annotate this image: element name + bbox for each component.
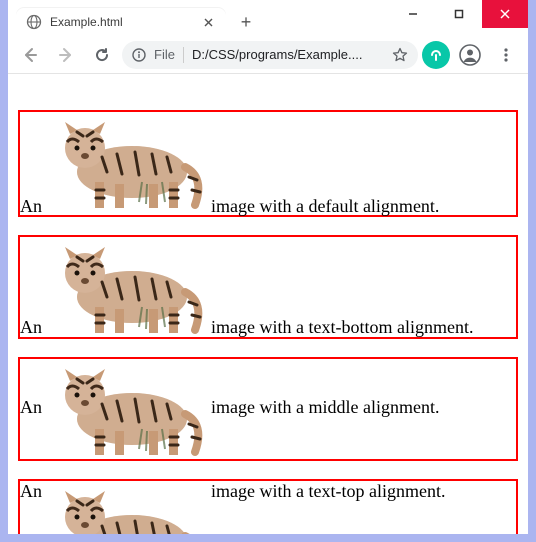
tiger-image	[47, 112, 207, 212]
example-row-middle: An image with a middle alignment.	[18, 357, 518, 461]
address-bar[interactable]: File D:/CSS/programs/Example....	[122, 41, 418, 69]
row-suffix: image with a text-top alignment.	[211, 481, 445, 501]
row-prefix: An	[20, 196, 42, 216]
new-tab-button[interactable]: +	[232, 8, 260, 36]
tabstrip: Example.html +	[16, 8, 260, 36]
tiger-image	[47, 237, 207, 337]
arrow-right-icon	[57, 46, 75, 64]
extension-icon	[429, 48, 443, 62]
info-icon	[132, 48, 146, 62]
titlebar: Example.html +	[8, 0, 528, 36]
star-icon	[392, 47, 408, 63]
page-viewport[interactable]: An image with a default alignment. An im…	[8, 74, 528, 534]
row-prefix: An	[20, 397, 42, 417]
x-icon	[204, 18, 213, 27]
example-row-text-top: An image with a text-top alignment.	[18, 479, 518, 534]
bookmark-button[interactable]	[392, 47, 408, 63]
example-row-default: An image with a default alignment.	[18, 110, 518, 217]
example-row-text-bottom: An image with a text-bottom alignment.	[18, 235, 518, 339]
window-controls	[390, 0, 528, 28]
minimize-icon	[408, 9, 418, 19]
address-separator	[183, 47, 184, 63]
row-prefix: An	[20, 481, 42, 501]
maximize-button[interactable]	[436, 0, 482, 28]
maximize-icon	[454, 9, 464, 19]
back-button[interactable]	[14, 39, 46, 71]
menu-button[interactable]	[490, 39, 522, 71]
globe-icon	[26, 14, 42, 30]
kebab-icon	[498, 47, 514, 63]
profile-button[interactable]	[454, 39, 486, 71]
row-suffix: image with a middle alignment.	[211, 397, 439, 417]
forward-button[interactable]	[50, 39, 82, 71]
profile-icon	[459, 44, 481, 66]
reload-icon	[93, 46, 111, 64]
tiger-image	[47, 359, 207, 459]
minimize-button[interactable]	[390, 0, 436, 28]
extension-button[interactable]	[422, 41, 450, 69]
row-suffix: image with a default alignment.	[211, 196, 439, 216]
address-path: D:/CSS/programs/Example....	[192, 47, 384, 62]
arrow-left-icon	[21, 46, 39, 64]
tab-title: Example.html	[50, 15, 192, 29]
address-label: File	[154, 47, 175, 62]
tab-close-button[interactable]	[200, 14, 216, 30]
tab-example[interactable]: Example.html	[16, 8, 226, 36]
tiger-image	[47, 481, 207, 534]
close-button[interactable]	[482, 0, 528, 28]
close-icon	[500, 9, 510, 19]
reload-button[interactable]	[86, 39, 118, 71]
row-prefix: An	[20, 317, 42, 337]
row-suffix: image with a text-bottom alignment.	[211, 317, 473, 337]
toolbar: File D:/CSS/programs/Example....	[8, 36, 528, 74]
